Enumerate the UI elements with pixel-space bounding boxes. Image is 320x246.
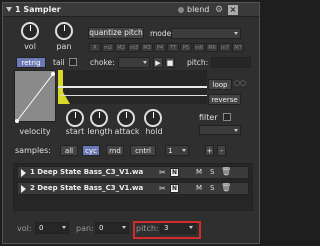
collapse-arrow-icon[interactable] [6,7,12,12]
solo-button[interactable]: S [210,168,214,176]
note-button[interactable]: M6 [206,43,218,52]
pan-knob[interactable] [55,22,73,40]
samples-label: samples: [15,146,51,155]
note-button[interactable]: m6 [193,43,205,52]
trash-icon[interactable]: 🗑 [221,167,231,176]
mute-button[interactable]: M [196,168,202,176]
chevron-down-icon [143,61,147,64]
reverse-button[interactable]: reverse [208,94,241,105]
note-button[interactable]: P5 [180,43,192,52]
attack-knob[interactable] [117,109,135,127]
choke-label: choke: [90,58,115,67]
envelope-display[interactable] [14,70,56,123]
normalize-button[interactable]: N [170,168,179,177]
chevron-down-icon [122,226,126,229]
start-label: start [65,127,85,136]
vol-value: 0 [39,224,44,232]
remove-sample-button[interactable]: - [217,145,226,156]
hold-label: hold [145,127,163,136]
vol-knob-label: vol [24,42,36,51]
gear-icon[interactable]: ⚙ [215,5,223,15]
pan-knob-label: pan [56,42,72,51]
stop-icon[interactable]: ■ [165,57,175,68]
note-button[interactable]: M2 [115,43,127,52]
pitch-top-field[interactable] [211,57,251,68]
trash-icon[interactable]: 🗑 [221,183,231,192]
note-button[interactable]: TT [167,43,179,52]
choke-dropdown[interactable] [118,57,150,68]
quantize-pitch-button[interactable]: quantize pitch [88,27,144,39]
filter-checkbox[interactable] [223,113,231,121]
note-button[interactable]: M3 [141,43,153,52]
sample-count-dropdown[interactable]: 1 [165,145,189,156]
pan-value: 0 [99,224,104,232]
start-knob[interactable] [66,109,84,127]
note-button[interactable]: m7 [219,43,231,52]
note-button[interactable]: R [89,43,101,52]
solo-button[interactable]: S [210,184,214,192]
sampler-panel: 1 Sampler blend ⚙ × vol pan quantize pit… [2,2,260,244]
velocity-label: velocity [19,127,51,136]
highlight-outline [133,221,201,239]
tail-checkbox[interactable] [69,58,77,66]
tab-cntrl[interactable]: cntrl [130,145,156,156]
scissors-icon[interactable]: ✂ [159,168,166,177]
chevron-down-icon [182,149,186,152]
sample-row[interactable]: 2 Deep State Bass_C3_V1.wa ✂ N M S 🗑 [17,182,249,195]
blend-toggle[interactable] [178,7,184,13]
vol-field[interactable]: 0 [35,222,69,234]
filter-label: filter [199,113,218,122]
note-button[interactable]: P4 [154,43,166,52]
panel-title: 1 Sampler [15,5,61,14]
play-icon[interactable]: ▶ [153,57,163,68]
attack-label: attack [114,127,140,136]
sample-count-value: 1 [168,147,173,155]
pan-field[interactable]: 0 [95,222,129,234]
sample-name: 1 Deep State Bass_C3_V1.wa [30,168,144,176]
sample-row[interactable]: 1 Deep State Bass_C3_V1.wa ✂ N M S 🗑 [17,166,249,179]
retrig-button[interactable]: retrig [16,57,46,68]
chevron-down-icon [234,129,238,132]
play-icon[interactable] [21,169,26,177]
envelope-curve [15,72,55,123]
length-label: length [87,127,113,136]
blend-label: blend [187,5,210,14]
waveform-display[interactable] [58,70,207,104]
tail-label: tail [53,58,65,67]
sample-name: 2 Deep State Bass_C3_V1.wa [30,184,144,192]
vol-label: vol: [17,224,32,233]
mode-dropdown[interactable] [171,28,241,39]
loop-button[interactable]: loop [208,79,232,90]
title-bar: 1 Sampler blend ⚙ × [3,3,259,17]
pan-label: pan: [76,224,94,233]
chevron-down-icon [234,32,238,35]
tab-rnd[interactable]: rnd [106,145,124,156]
filter-dropdown[interactable] [199,125,241,135]
hold-knob[interactable] [144,109,162,127]
tab-all[interactable]: all [60,145,78,156]
waveform-graphic [58,70,207,104]
note-button[interactable]: m3 [128,43,140,52]
loop-toggle-icon[interactable]: ○○ [234,79,246,87]
play-icon[interactable] [21,185,26,193]
note-button[interactable]: m2 [102,43,114,52]
chevron-down-icon [62,226,66,229]
mute-button[interactable]: M [196,184,202,192]
normalize-button[interactable]: N [170,184,179,193]
close-icon[interactable]: × [228,5,238,15]
scissors-icon[interactable]: ✂ [159,184,166,193]
length-knob[interactable] [90,109,108,127]
note-button[interactable]: M7 [232,43,244,52]
pitch-top-label: pitch: [187,58,209,67]
add-sample-button[interactable]: + [205,145,214,156]
tab-cyc[interactable]: cyc [82,145,100,156]
vol-knob[interactable] [21,22,39,40]
